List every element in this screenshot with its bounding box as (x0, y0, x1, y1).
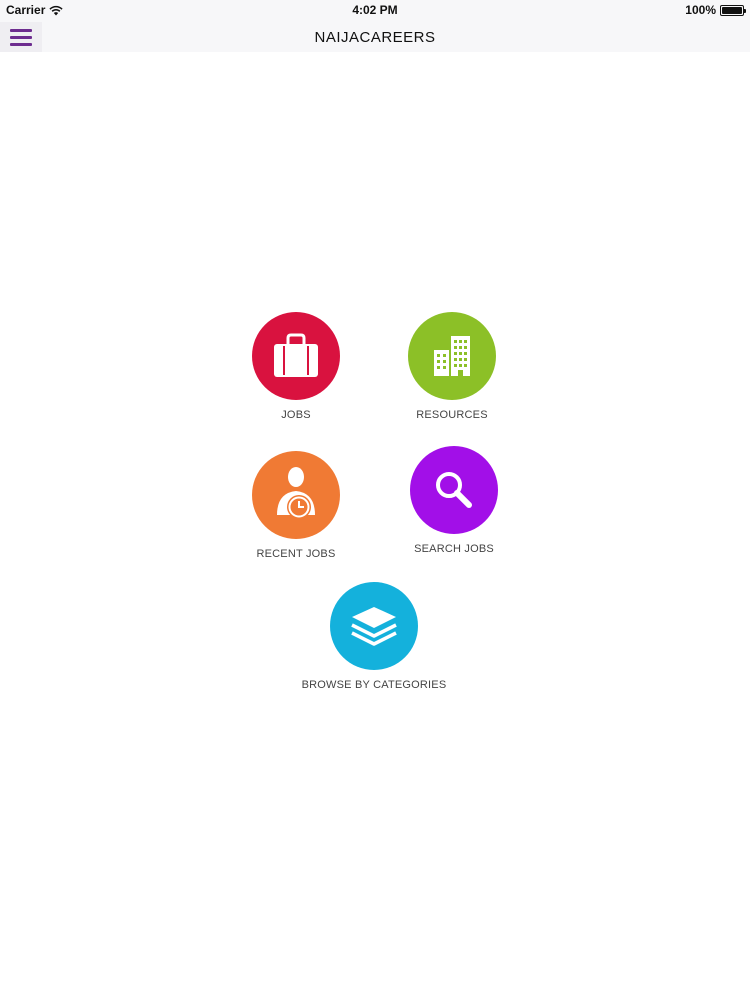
briefcase-icon (274, 333, 318, 377)
search-jobs-label: SEARCH JOBS (414, 543, 494, 555)
jobs-tile[interactable]: JOBS (252, 312, 340, 421)
browse-categories-label: BROWSE BY CATEGORIES (301, 679, 447, 691)
recent-jobs-button[interactable] (252, 451, 340, 539)
clock: 4:02 PM (352, 3, 398, 17)
search-jobs-button[interactable] (410, 446, 498, 534)
navigation-bar: NAIJACAREERS (0, 22, 750, 52)
status-bar: Carrier 4:02 PM 100% (0, 0, 750, 22)
browse-categories-tile[interactable]: BROWSE BY CATEGORIES (300, 582, 448, 691)
recent-jobs-tile[interactable]: RECENT JOBS (252, 451, 340, 560)
app-title: NAIJACAREERS (314, 29, 436, 46)
resources-button[interactable] (408, 312, 496, 400)
jobs-label: JOBS (281, 409, 311, 421)
battery-indicator: 100% (685, 3, 746, 17)
jobs-button[interactable] (252, 312, 340, 400)
battery-level (722, 6, 742, 14)
person-clock-icon (277, 467, 315, 519)
resources-tile[interactable]: RESOURCES (408, 312, 496, 421)
layers-icon (351, 607, 397, 646)
buildings-icon (434, 336, 470, 376)
recent-jobs-label: RECENT JOBS (256, 548, 336, 560)
search-jobs-tile[interactable]: SEARCH JOBS (410, 446, 498, 555)
resources-label: RESOURCES (416, 409, 488, 421)
battery-icon (720, 4, 746, 16)
browse-categories-button[interactable] (330, 582, 418, 670)
magnifier-icon (436, 472, 472, 508)
battery-percent: 100% (685, 3, 716, 17)
